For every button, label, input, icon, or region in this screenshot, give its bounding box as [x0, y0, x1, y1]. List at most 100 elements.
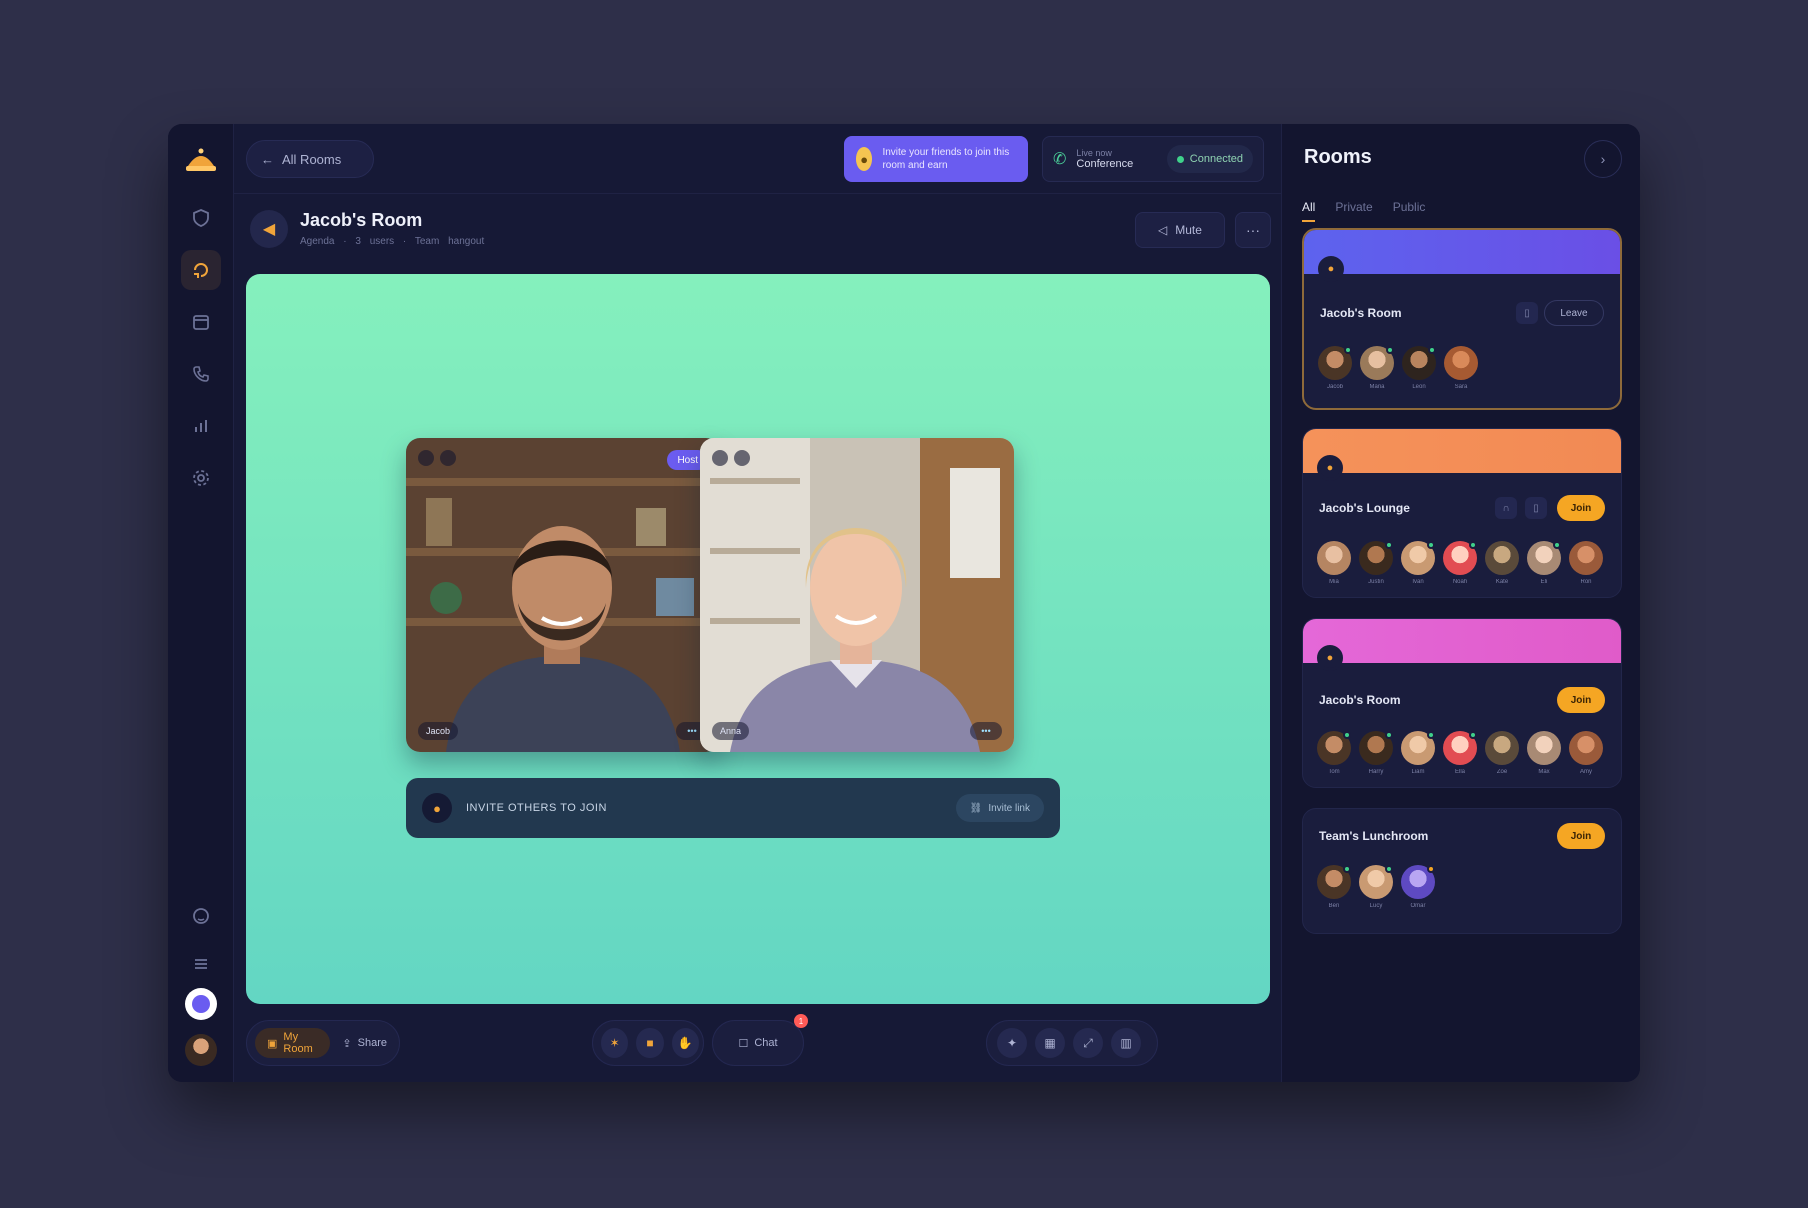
rooms-icon[interactable] — [181, 250, 221, 290]
speaker-icon: ◁ — [1158, 223, 1168, 237]
participant[interactable]: Amy — [1569, 731, 1603, 775]
tile-controls — [418, 450, 456, 466]
invite-text: INVITE OTHERS TO JOIN — [466, 802, 607, 814]
room-banner — [1303, 429, 1621, 473]
user-avatar[interactable] — [185, 1034, 217, 1066]
hand-icon[interactable]: ✋ — [671, 1028, 699, 1058]
fullscreen-icon[interactable]: ⤢ — [1073, 1028, 1103, 1058]
participant[interactable]: Ben — [1317, 865, 1351, 909]
layout-icon[interactable]: ▥ — [1111, 1028, 1141, 1058]
lock-icon: ▯ — [1516, 302, 1538, 324]
participant[interactable]: Noah — [1443, 541, 1477, 585]
tab-private[interactable]: Private — [1335, 200, 1372, 222]
participants-list: Tom Harry Liam Ella Zoe Max Amy — [1317, 731, 1603, 775]
participant[interactable]: Ivan — [1401, 541, 1435, 585]
share-icon: ⇪ — [342, 1037, 352, 1050]
participant[interactable]: Maria — [1360, 346, 1394, 390]
leave-room-button[interactable]: Leave — [1544, 300, 1604, 326]
room-name: Team's Lunchroom — [1319, 829, 1429, 843]
online-dot-icon — [1176, 155, 1184, 163]
more-options-button[interactable]: ··· — [1235, 212, 1271, 248]
room-name: Jacob's Lounge — [1319, 501, 1410, 515]
stats-icon[interactable] — [181, 406, 221, 446]
all-rooms-back-button[interactable]: ← All Rooms — [246, 140, 374, 178]
video-stage: Host Jacob ••• Anna ••• ● INVITE OTHERS … — [246, 274, 1270, 1004]
participants-list: Mia Justin Ivan Noah Kate Eli Ron — [1317, 541, 1603, 585]
participant[interactable]: Kate — [1485, 541, 1519, 585]
mute-button[interactable]: ◁ Mute — [1135, 212, 1225, 248]
room-card[interactable]: ● Jacob's Room Join Tom Harry Liam Ella … — [1302, 618, 1622, 788]
participant[interactable]: Zoe — [1485, 731, 1519, 775]
share-chip[interactable]: ⇪ Share — [330, 1028, 399, 1058]
chat-button[interactable]: ☐ Chat — [712, 1020, 804, 1066]
participant[interactable]: Liam — [1401, 731, 1435, 775]
lock-icon: ▯ — [1525, 497, 1547, 519]
chevron-right-icon[interactable]: › — [1584, 140, 1622, 178]
panel-title: Rooms — [1304, 146, 1372, 168]
participant[interactable]: Tom — [1317, 731, 1351, 775]
participant[interactable]: Omar — [1401, 865, 1435, 909]
room-card[interactable]: ● Jacob's Room ▯ Leave Jacob Maria Leon … — [1302, 228, 1622, 410]
room-name: Jacob's Room — [1319, 693, 1401, 707]
rooms-panel: Rooms › All Private Public ● Jacob's Roo… — [1281, 124, 1640, 1082]
video-tile-host[interactable]: Host Jacob ••• — [406, 438, 720, 752]
participant[interactable]: Lucy — [1359, 865, 1393, 909]
camera-icon[interactable]: ■ — [636, 1028, 664, 1058]
participant[interactable]: Max — [1527, 731, 1561, 775]
tab-all[interactable]: All — [1302, 200, 1316, 222]
pin-icon[interactable]: ✦ — [997, 1028, 1027, 1058]
grid-icon[interactable]: ▦ — [1035, 1028, 1065, 1058]
left-rail — [168, 124, 234, 1082]
room-subtitle: Agenda · 3 users · Team hangout — [300, 236, 485, 247]
room-logo-icon: ● — [422, 793, 452, 823]
join-room-button[interactable]: Join — [1557, 687, 1605, 713]
calendar-icon[interactable] — [181, 302, 221, 342]
promo-banner[interactable]: ● Invite your friends to join this room … — [844, 136, 1028, 182]
join-room-button[interactable]: Join — [1557, 823, 1605, 849]
room-icon: ● — [1317, 455, 1343, 481]
help-icon[interactable] — [181, 896, 221, 936]
phone-call-icon: ✆ — [1053, 151, 1067, 168]
phone-icon[interactable] — [181, 354, 221, 394]
participant[interactable]: Justin — [1359, 541, 1393, 585]
link-icon: ⛓ — [969, 802, 983, 814]
participant[interactable]: Harry — [1359, 731, 1393, 775]
logo-icon — [186, 148, 216, 171]
participant[interactable]: Eli — [1527, 541, 1561, 585]
bottom-bar: ▣ My Room ⇪ Share ✶ ■ ✋ ☐ Chat 1 ✦ ▦ ⤢ ▥ — [234, 1006, 1281, 1082]
copy-invite-link-button[interactable]: ⛓ Invite link — [955, 794, 1044, 822]
top-bar: ← All Rooms ● Invite your friends to joi… — [234, 124, 1281, 194]
room-card[interactable]: Team's Lunchroom Join Ben Lucy Omar — [1302, 808, 1622, 934]
mic-level-icon: ••• — [970, 722, 1002, 740]
promo-text: Invite your friends to join this room an… — [882, 147, 1010, 171]
video-feed-woman — [700, 438, 1014, 752]
chat-icon: ☐ — [738, 1037, 749, 1050]
room-header: ◀ Jacob's Room Agenda · 3 users · Team h… — [234, 194, 1281, 264]
participant[interactable]: Ron — [1569, 541, 1603, 585]
call-status-box[interactable]: ✆ Live now Conference Connected — [1042, 136, 1264, 182]
participants-list: Jacob Maria Leon Sara — [1318, 346, 1478, 390]
participant[interactable]: Sara — [1444, 346, 1478, 390]
mic-icon[interactable]: ✶ — [601, 1028, 629, 1058]
room-card[interactable]: ● Jacob's Lounge ∩ ▯ Join Mia Justin Iva… — [1302, 428, 1622, 598]
participant[interactable]: Leon — [1402, 346, 1436, 390]
participant[interactable]: Jacob — [1318, 346, 1352, 390]
my-room-chip[interactable]: ▣ My Room — [255, 1028, 331, 1058]
participant[interactable]: Ella — [1443, 731, 1477, 775]
shield-icon[interactable] — [181, 198, 221, 238]
room-actions-pill: ▣ My Room ⇪ Share — [246, 1020, 400, 1066]
settings-icon[interactable] — [181, 458, 221, 498]
room-icon: ● — [1317, 645, 1343, 671]
status-toggle-icon[interactable] — [185, 988, 217, 1020]
video-tile-guest[interactable]: Anna ••• — [700, 438, 1014, 752]
tile-name-label: Anna — [712, 722, 750, 740]
join-room-button[interactable]: Join — [1557, 495, 1605, 521]
participant[interactable]: Mia — [1317, 541, 1351, 585]
room-name: Jacob's Room — [1320, 306, 1402, 320]
arrow-left-icon: ← — [261, 151, 274, 167]
invite-bar: ● INVITE OTHERS TO JOIN ⛓ Invite link — [406, 778, 1060, 838]
tab-public[interactable]: Public — [1393, 200, 1426, 222]
list-icon[interactable] — [181, 944, 221, 984]
bell-icon: ● — [856, 147, 873, 171]
app-window: ← All Rooms ● Invite your friends to joi… — [168, 124, 1640, 1082]
